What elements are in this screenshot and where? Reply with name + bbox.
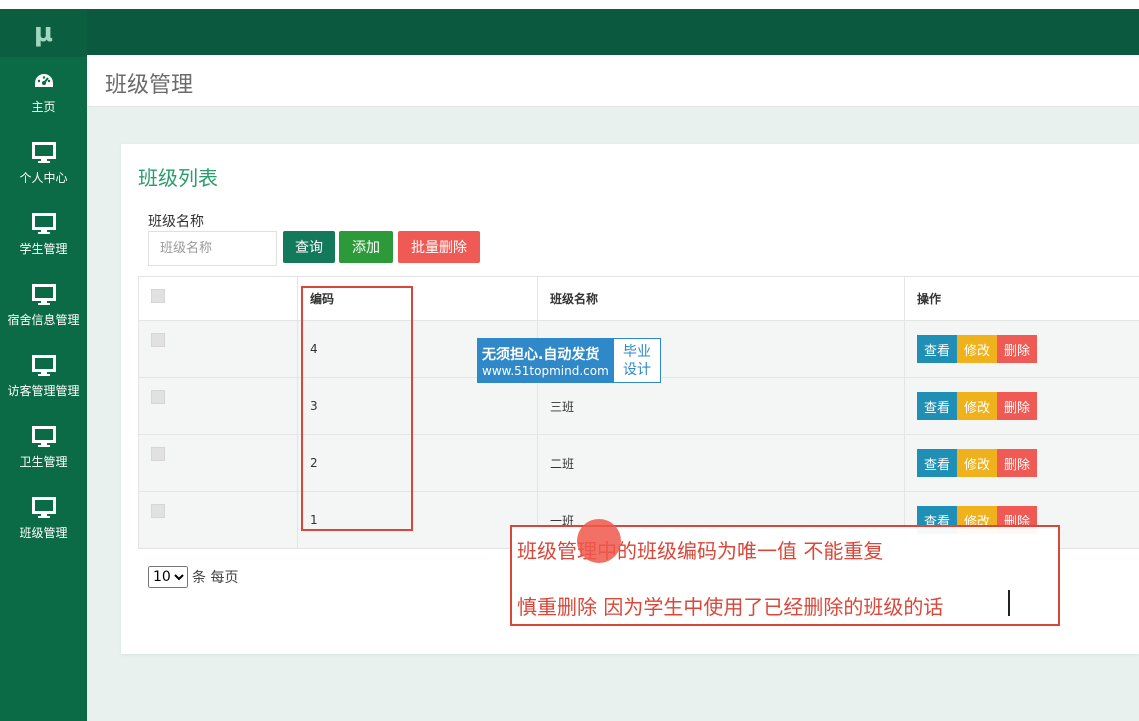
dashboard-icon	[33, 70, 55, 94]
sidebar-item-personal-center[interactable]: 个人中心	[0, 128, 87, 199]
row-actions: 查看 修改 删除	[904, 435, 1139, 491]
sidebar-item-dormitory[interactable]: 宿舍信息管理	[0, 270, 87, 341]
sidebar-item-visitors[interactable]: 访客管理管理	[0, 341, 87, 412]
sidebar-item-label: 学生管理	[19, 242, 68, 256]
row-checkbox-cell	[139, 321, 297, 377]
page-header: 班级管理	[87, 55, 1139, 107]
watermark-right-line1: 毕业	[623, 343, 651, 360]
row-class-name: 三班	[537, 378, 904, 434]
row-checkbox[interactable]	[151, 504, 165, 518]
row-checkbox[interactable]	[151, 390, 165, 404]
sidebar-item-classes[interactable]: 班级管理	[0, 483, 87, 554]
class-table: 编码 班级名称 操作 4 查看 修改 删除 3 三班 查看 修改 删除 2 二班…	[138, 276, 1139, 549]
view-button[interactable]: 查看	[917, 392, 958, 420]
text-caret	[1008, 590, 1010, 616]
watermark-right: 毕业 设计	[614, 339, 660, 382]
app-logo: μ	[0, 9, 87, 57]
page-title: 班级管理	[105, 73, 194, 98]
view-button[interactable]: 查看	[917, 449, 958, 477]
sidebar-item-hygiene[interactable]: 卫生管理	[0, 412, 87, 483]
sidebar-item-label: 卫生管理	[19, 455, 68, 469]
query-button[interactable]: 查询	[283, 231, 335, 263]
row-class-name: 二班	[537, 435, 904, 491]
sidebar-item-label: 主页	[31, 100, 56, 114]
card-title: 班级列表	[138, 166, 218, 190]
delete-button[interactable]: 删除	[997, 392, 1038, 420]
row-checkbox[interactable]	[151, 333, 165, 347]
edit-button[interactable]: 修改	[957, 392, 998, 420]
class-name-search-input[interactable]	[148, 231, 277, 266]
row-checkbox-cell	[139, 435, 297, 491]
note-line-2: 慎重删除 因为学生中使用了已经删除的班级的话	[517, 595, 944, 619]
monitor-icon	[31, 496, 56, 520]
top-bar	[87, 9, 1139, 55]
table-header-row: 编码 班级名称 操作	[139, 277, 1139, 321]
delete-button[interactable]: 删除	[997, 449, 1038, 477]
filter-label: 班级名称	[148, 214, 204, 230]
monitor-icon	[31, 283, 56, 307]
page-size-suffix: 条 每页	[192, 570, 239, 586]
row-actions: 查看 修改 删除	[904, 378, 1139, 434]
row-actions: 查看 修改 删除	[904, 321, 1139, 377]
bulk-delete-button[interactable]: 批量删除	[398, 231, 480, 263]
watermark-line2: www.51topmind.com	[482, 363, 609, 378]
row-checkbox-cell	[139, 492, 297, 548]
view-button[interactable]: 查看	[917, 335, 958, 363]
select-all-checkbox[interactable]	[151, 289, 165, 303]
mouse-cursor-highlight	[577, 519, 621, 563]
column-header-actions: 操作	[904, 277, 1139, 320]
monitor-icon	[31, 212, 56, 236]
add-button[interactable]: 添加	[339, 231, 393, 263]
monitor-icon	[31, 425, 56, 449]
top-strip	[0, 0, 1139, 9]
row-checkbox-cell	[139, 378, 297, 434]
monitor-icon	[31, 141, 56, 165]
column-header-class-name: 班级名称	[537, 277, 904, 320]
pagination: 10 条 每页	[148, 566, 238, 588]
sidebar-item-home[interactable]: 主页	[0, 57, 87, 128]
page-size-select[interactable]: 10	[148, 566, 188, 588]
monitor-icon	[31, 354, 56, 378]
note-line-1: 班级管理中的班级编码为唯一值 不能重复	[517, 539, 884, 563]
watermark-badge: 无须担心.自动发货 www.51topmind.com 毕业 设计	[477, 338, 661, 383]
watermark-right-line2: 设计	[623, 361, 651, 378]
sidebar-item-label: 个人中心	[19, 171, 68, 185]
watermark-left: 无须担心.自动发货 www.51topmind.com	[478, 339, 614, 382]
edit-button[interactable]: 修改	[957, 449, 998, 477]
sidebar-item-label: 访客管理管理	[7, 384, 80, 398]
delete-button[interactable]: 删除	[997, 335, 1038, 363]
watermark-line1: 无须担心.自动发货	[482, 346, 600, 363]
sidebar: μ 主页 个人中心 学生管理 宿舍信息管理 访客管理管理 卫生管理 班级管理	[0, 9, 87, 721]
header-checkbox-cell	[139, 277, 297, 320]
table-row: 2 二班 查看 修改 删除	[139, 435, 1139, 492]
table-row: 3 三班 查看 修改 删除	[139, 378, 1139, 435]
code-column-highlight	[301, 286, 413, 531]
sidebar-item-label: 宿舍信息管理	[7, 313, 80, 327]
sidebar-item-label: 班级管理	[19, 526, 68, 540]
sidebar-item-students[interactable]: 学生管理	[0, 199, 87, 270]
row-checkbox[interactable]	[151, 447, 165, 461]
edit-button[interactable]: 修改	[957, 335, 998, 363]
